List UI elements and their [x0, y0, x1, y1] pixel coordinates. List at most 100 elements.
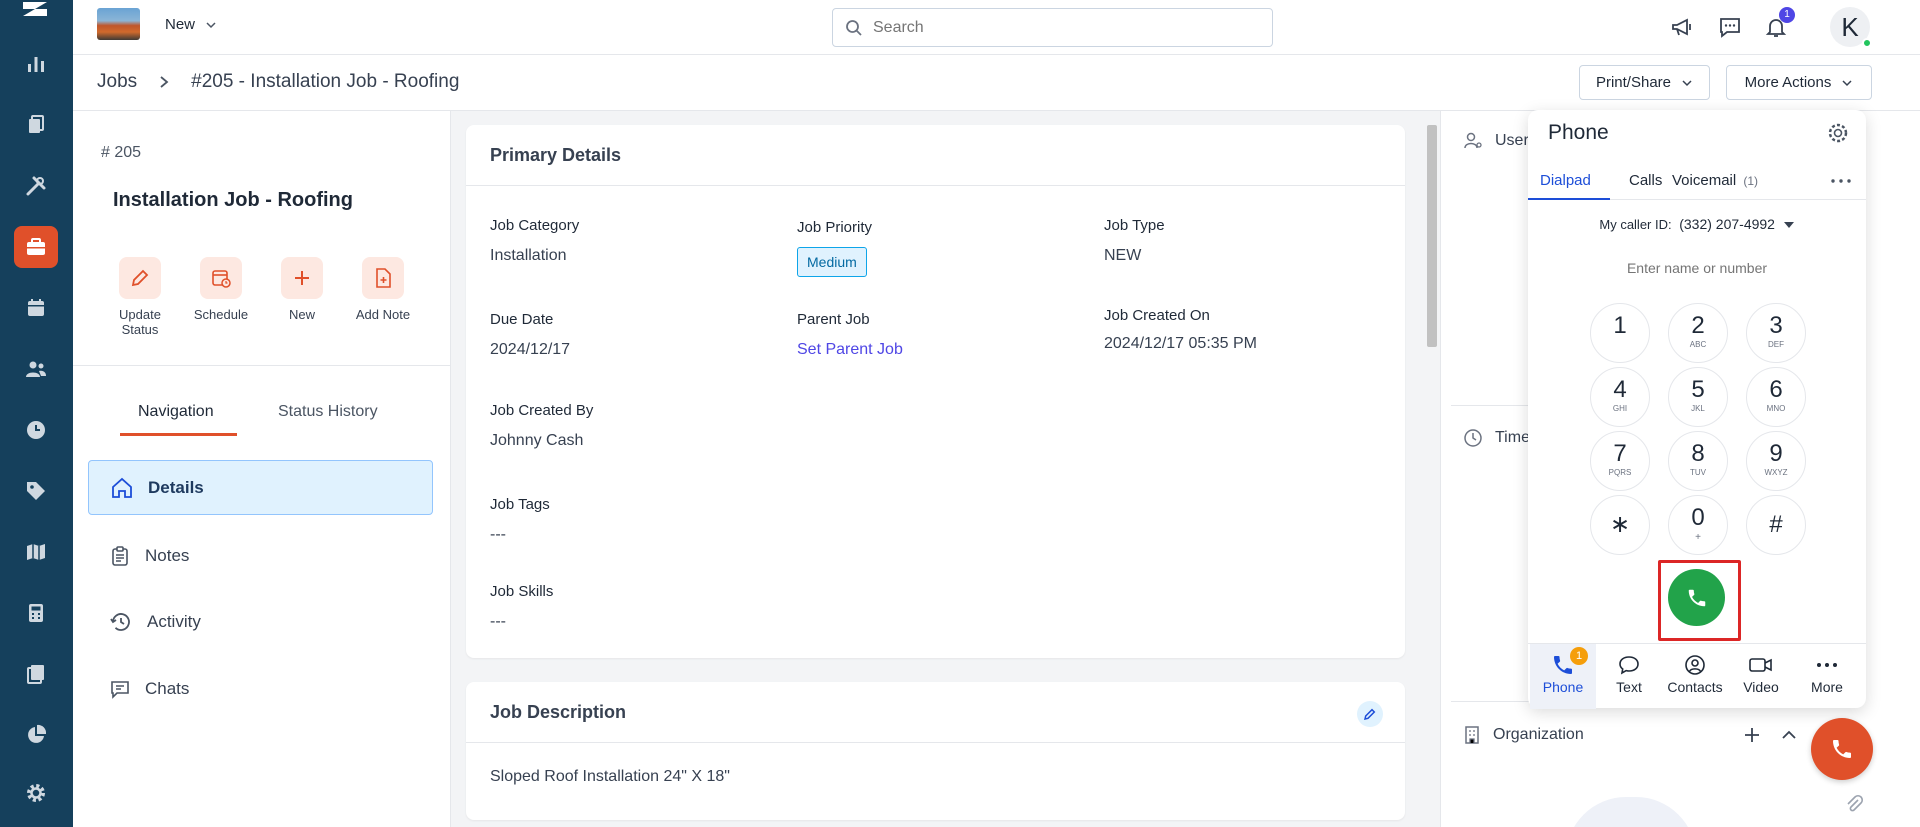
active-tab-indicator: [1528, 198, 1610, 200]
global-search[interactable]: [832, 8, 1273, 47]
dial-key-star[interactable]: ∗: [1590, 495, 1650, 555]
dial-key-3[interactable]: 3 DEF: [1746, 303, 1806, 363]
bottom-nav-label: Phone: [1542, 679, 1584, 695]
due-date-label: Due Date: [490, 311, 554, 328]
attachment-paperclip-icon[interactable]: [1844, 794, 1864, 814]
set-parent-job-link[interactable]: Set Parent Job: [797, 341, 903, 359]
floating-phone-button[interactable]: [1811, 718, 1873, 780]
job-created-on-label: Job Created On: [1104, 307, 1210, 324]
announcements-megaphone-icon[interactable]: [1669, 14, 1695, 40]
timeline-section-header[interactable]: Timel: [1463, 428, 1534, 448]
map-icon[interactable]: [14, 531, 58, 573]
dial-key-5[interactable]: 5 JKL: [1668, 367, 1728, 427]
phone-tabs: Dialpad Calls Voicemail (1): [1528, 160, 1866, 200]
online-status-dot: [1862, 38, 1872, 48]
dial-key-4[interactable]: 4 GHI: [1590, 367, 1650, 427]
bottom-nav-phone[interactable]: Phone 1: [1530, 644, 1596, 709]
breadcrumb: Jobs #205 - Installation Job - Roofing: [97, 71, 459, 93]
tab-status-history[interactable]: Status History: [278, 403, 378, 421]
tab-dialpad[interactable]: Dialpad: [1540, 172, 1591, 189]
jobs-briefcase-icon[interactable]: [14, 226, 58, 268]
bottom-nav-contacts[interactable]: Contacts: [1662, 644, 1728, 709]
content-scrollbar[interactable]: [1424, 111, 1440, 827]
more-actions-button[interactable]: More Actions: [1726, 65, 1872, 100]
dial-key-8[interactable]: 8 TUV: [1668, 431, 1728, 491]
job-type-value: NEW: [1104, 247, 1142, 264]
dial-key-2[interactable]: 2 ABC: [1668, 303, 1728, 363]
clock-icon[interactable]: [14, 409, 58, 451]
dial-key-7[interactable]: 7 PQRS: [1590, 431, 1650, 491]
caller-id-selector[interactable]: My caller ID: (332) 207-4992: [1528, 216, 1866, 232]
new-dropdown-button[interactable]: New: [165, 16, 217, 33]
active-tab-indicator: [120, 433, 237, 436]
phone-handset-icon: [1688, 589, 1705, 606]
search-input[interactable]: [873, 18, 1253, 37]
bottom-nav-video[interactable]: Video: [1728, 644, 1794, 709]
nav-item-notes[interactable]: Notes: [88, 528, 433, 583]
more-horizontal-icon: [1817, 663, 1837, 667]
call-button[interactable]: [1668, 569, 1725, 626]
note-add-icon: [376, 268, 391, 288]
new-action-label: New: [288, 307, 315, 322]
chevron-down-icon: [1842, 79, 1852, 86]
collapse-chevron-up-icon[interactable]: [1781, 729, 1797, 741]
nav-item-chats[interactable]: Chats: [88, 661, 433, 716]
customers-icon[interactable]: [14, 348, 58, 390]
print-share-button[interactable]: Print/Share: [1579, 65, 1710, 100]
dial-key-0[interactable]: 0 +: [1668, 495, 1728, 555]
phone-settings-gear-icon[interactable]: [1826, 121, 1850, 145]
caret-down-icon: [1783, 222, 1794, 228]
dial-key-9[interactable]: 9 WXYZ: [1746, 431, 1806, 491]
settings-gear-icon[interactable]: [14, 772, 58, 814]
messages-chat-icon[interactable]: [1717, 14, 1743, 40]
job-sidebar: # 205 Installation Job - Roofing Update …: [73, 111, 451, 827]
clipboard-icon: [112, 545, 128, 566]
job-tags-label: Job Tags: [490, 496, 550, 513]
schedule-button[interactable]: Schedule: [180, 257, 262, 322]
edit-description-button[interactable]: [1357, 701, 1383, 727]
dial-key-1[interactable]: 1: [1590, 303, 1650, 363]
job-number: # 205: [101, 144, 142, 161]
dial-key-6[interactable]: 6 MNO: [1746, 367, 1806, 427]
job-title: Installation Job - Roofing: [113, 189, 353, 211]
organization-label: Organization: [1493, 726, 1584, 743]
add-note-button[interactable]: Add Note: [342, 257, 424, 322]
nav-item-activity[interactable]: Activity: [88, 594, 433, 649]
plus-icon: [295, 271, 309, 285]
bottom-nav-more[interactable]: More: [1794, 644, 1860, 709]
app-logo-icon[interactable]: [20, 0, 50, 22]
tools-icon[interactable]: [14, 165, 58, 207]
organization-section-header[interactable]: Organization: [1463, 725, 1584, 745]
documents-icon[interactable]: [14, 104, 58, 146]
job-skills-value: ---: [490, 613, 506, 630]
scrollbar-thumb[interactable]: [1427, 125, 1437, 347]
chevron-down-icon: [206, 21, 216, 28]
page-title: #205 - Installation Job - Roofing: [191, 71, 460, 92]
add-note-label: Add Note: [355, 307, 411, 322]
tag-icon[interactable]: [14, 470, 58, 512]
reports-icon[interactable]: [14, 43, 58, 85]
dial-number-input[interactable]: [1548, 260, 1846, 276]
new-action-button[interactable]: New: [261, 257, 343, 322]
users-section-header[interactable]: Users: [1463, 131, 1537, 151]
tab-calls[interactable]: Calls: [1629, 172, 1662, 189]
tab-voicemail[interactable]: Voicemail (1): [1672, 172, 1758, 189]
files-icon[interactable]: [14, 653, 58, 695]
calculator-icon[interactable]: [14, 592, 58, 634]
breadcrumb-jobs-link[interactable]: Jobs: [97, 71, 137, 93]
add-organization-plus-icon[interactable]: [1743, 726, 1761, 744]
bottom-nav-text[interactable]: Text: [1596, 644, 1662, 709]
job-description-title: Job Description: [490, 701, 627, 722]
dial-key-hash[interactable]: #: [1746, 495, 1806, 555]
speech-bubble-icon: [1619, 656, 1639, 675]
nav-item-details[interactable]: Details: [88, 460, 433, 515]
pie-chart-icon[interactable]: [14, 714, 58, 756]
calendar-icon[interactable]: [14, 287, 58, 329]
pencil-icon: [1363, 708, 1376, 721]
pencil-icon: [131, 269, 149, 287]
more-horizontal-icon[interactable]: [1831, 179, 1851, 183]
nav-item-label: Activity: [147, 611, 201, 631]
history-icon: [110, 612, 130, 631]
tab-navigation[interactable]: Navigation: [138, 403, 214, 421]
update-status-button[interactable]: Update Status: [99, 257, 181, 337]
